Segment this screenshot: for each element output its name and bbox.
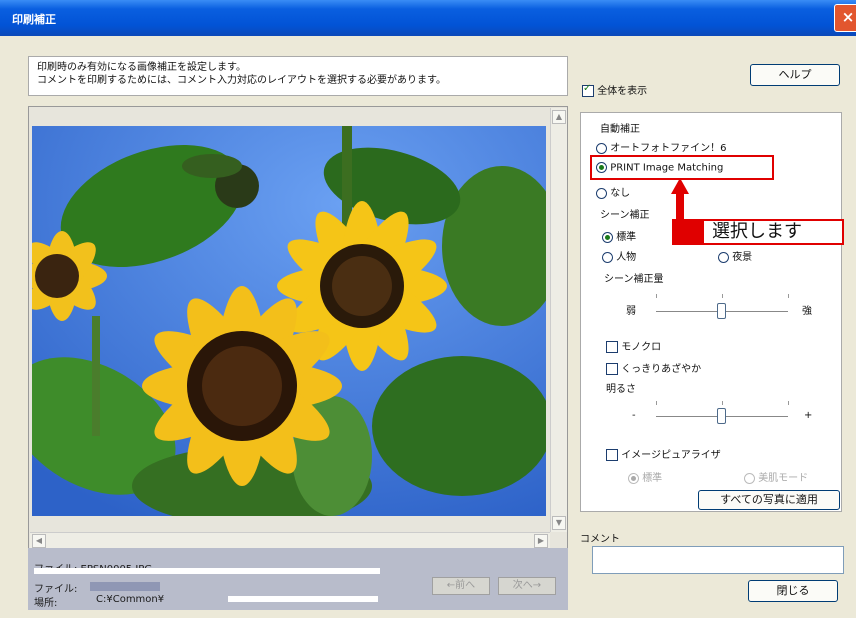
scroll-up-icon[interactable]: ▲ xyxy=(552,110,566,124)
radio-icon[interactable] xyxy=(596,187,607,199)
auto-option-label: なし xyxy=(610,188,631,199)
tick xyxy=(722,401,723,405)
scene-option-label: 人物 xyxy=(616,252,637,263)
auto-option-autophotofine[interactable]: オートフォトファイン！6 xyxy=(596,139,727,154)
scroll-left-icon[interactable]: ◀ xyxy=(32,534,46,548)
scene-option-night[interactable]: 夜景 xyxy=(718,248,752,263)
preview-image xyxy=(32,126,546,516)
show-all-checkbox[interactable]: 全体を表示 xyxy=(582,82,647,97)
comment-input[interactable] xyxy=(592,546,844,574)
weak-label: 弱 xyxy=(626,306,636,317)
apply-all-button[interactable]: すべての写真に適用 xyxy=(698,490,840,510)
scene-correction-label: シーン補正 xyxy=(600,210,650,221)
plus-label: + xyxy=(804,410,813,421)
brightness-slider[interactable] xyxy=(717,408,726,424)
vertical-scrollbar[interactable]: ▲ ▼ xyxy=(550,108,567,532)
scene-option-label: 標準 xyxy=(616,232,637,243)
minus-label: - xyxy=(632,410,636,421)
tick xyxy=(788,294,789,298)
tick xyxy=(656,294,657,298)
file-info-divider xyxy=(34,568,380,574)
brightness-label: 明るさ xyxy=(606,384,636,395)
auto-option-none[interactable]: なし xyxy=(596,184,630,199)
radio-selected-icon[interactable] xyxy=(596,162,607,173)
print-correction-dialog: 印刷補正 × 印刷時のみ有効になる画像補正を設定します。 コメントを印刷するため… xyxy=(0,0,856,618)
purifier-option-label: 標準 xyxy=(642,473,663,484)
auto-correction-label: 自動補正 xyxy=(600,124,640,135)
scroll-down-icon[interactable]: ▼ xyxy=(552,516,566,530)
scene-amount-label: シーン補正量 xyxy=(604,274,664,285)
description-line-2: コメントを印刷するためには、コメント入力対応のレイアウトを選択する必要があります… xyxy=(37,75,446,86)
scroll-right-icon[interactable]: ▶ xyxy=(534,534,548,548)
radio-selected-icon[interactable] xyxy=(602,231,613,243)
auto-option-label: PRINT Image Matching xyxy=(610,162,724,174)
sunflower-photo xyxy=(32,126,546,516)
prev-button[interactable]: ←前へ xyxy=(432,577,490,595)
tick xyxy=(722,294,723,298)
close-button[interactable]: 閉じる xyxy=(748,580,838,602)
callout-arrow-stem xyxy=(676,193,684,219)
radio-icon[interactable] xyxy=(602,251,613,263)
scene-option-portrait[interactable]: 人物 xyxy=(602,248,636,263)
location-divider xyxy=(228,596,378,602)
file-label: ファイル: xyxy=(34,584,78,595)
auto-option-label: オートフォトファイン！6 xyxy=(610,143,727,154)
callout-arrow-icon xyxy=(671,178,689,194)
vivid-checkbox[interactable]: くっきりあざやか xyxy=(606,360,701,375)
image-purifier-label: イメージピュアライザ xyxy=(621,450,721,461)
next-button[interactable]: 次へ→ xyxy=(498,577,556,595)
horizontal-scrollbar[interactable]: ◀ ▶ xyxy=(30,532,550,549)
description-box: 印刷時のみ有効になる画像補正を設定します。 コメントを印刷するためには、コメント… xyxy=(28,56,568,96)
description-line-1: 印刷時のみ有効になる画像補正を設定します。 xyxy=(37,62,246,73)
redacted-file-name xyxy=(90,582,160,591)
title-bar: 印刷補正 × xyxy=(0,0,856,36)
monochrome-label: モノクロ xyxy=(621,342,662,353)
window-title: 印刷補正 xyxy=(12,13,56,26)
location-value: C:¥Common¥ xyxy=(96,594,165,605)
monochrome-checkbox[interactable]: モノクロ xyxy=(606,338,661,353)
scene-amount-slider[interactable] xyxy=(717,303,726,319)
purifier-option-standard[interactable]: 標準 xyxy=(628,469,662,484)
checkbox-icon[interactable] xyxy=(606,363,618,375)
callout-red-block xyxy=(672,219,702,245)
checkbox-icon[interactable] xyxy=(606,341,618,353)
auto-option-pim[interactable]: PRINT Image Matching xyxy=(596,162,723,174)
strong-label: 強 xyxy=(802,306,812,317)
show-all-check-icon[interactable] xyxy=(582,83,594,97)
purifier-option-label: 美肌モード xyxy=(758,473,809,484)
radio-icon[interactable] xyxy=(596,142,607,154)
checkbox-icon[interactable] xyxy=(606,449,618,461)
close-window-button[interactable]: × xyxy=(834,4,856,32)
tick xyxy=(788,401,789,405)
tick xyxy=(656,401,657,405)
image-purifier-checkbox[interactable]: イメージピュアライザ xyxy=(606,446,721,461)
purifier-option-skin[interactable]: 美肌モード xyxy=(744,469,808,484)
callout-text: 選択します xyxy=(702,219,844,245)
scene-option-standard[interactable]: 標準 xyxy=(602,228,636,243)
location-label: 場所: xyxy=(34,598,58,609)
radio-icon[interactable] xyxy=(718,251,729,263)
comment-label: コメント xyxy=(580,534,620,545)
vivid-label: くっきりあざやか xyxy=(621,364,702,375)
show-all-label: 全体を表示 xyxy=(597,86,648,97)
help-button[interactable]: ヘルプ xyxy=(750,64,840,86)
radio-disabled-icon[interactable] xyxy=(744,472,755,484)
radio-disabled-icon[interactable] xyxy=(628,472,639,484)
scene-option-label: 夜景 xyxy=(732,252,753,263)
